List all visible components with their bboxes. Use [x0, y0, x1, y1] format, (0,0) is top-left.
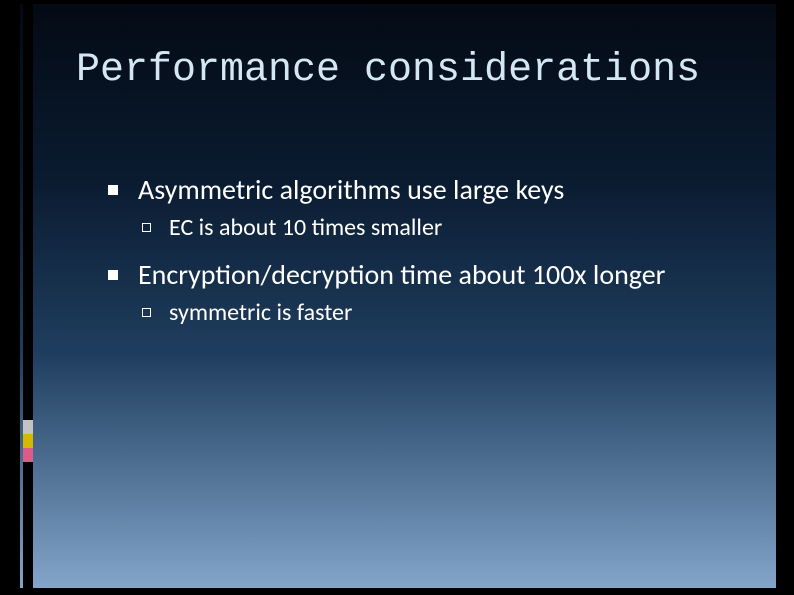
bullet-level-1: Asymmetric algorithms use large keys [108, 172, 768, 207]
slide-content: Asymmetric algorithms use large keys EC … [108, 172, 768, 342]
accent-swatch [23, 420, 33, 434]
bullet-text: Encryption/decryption time about 100x lo… [138, 257, 665, 292]
bullet-level-2: symmetric is faster [142, 298, 768, 328]
accent-swatch [23, 448, 33, 462]
bullet-level-1: Encryption/decryption time about 100x lo… [108, 257, 768, 292]
bullet-marker-hollow-icon [142, 308, 151, 317]
bullet-text: EC is about 10 times smaller [169, 213, 442, 243]
bullet-marker-hollow-icon [142, 223, 151, 232]
bullet-marker-filled-icon [108, 270, 118, 280]
bullet-marker-filled-icon [108, 185, 118, 195]
bullet-text: Asymmetric algorithms use large keys [138, 172, 564, 207]
slide: Performance considerations Asymmetric al… [20, 4, 776, 588]
left-accent-bar [23, 4, 33, 588]
bullet-text: symmetric is faster [169, 298, 352, 328]
slide-title: Performance considerations [76, 48, 700, 93]
bullet-level-2: EC is about 10 times smaller [142, 213, 768, 243]
accent-swatch [23, 434, 33, 448]
